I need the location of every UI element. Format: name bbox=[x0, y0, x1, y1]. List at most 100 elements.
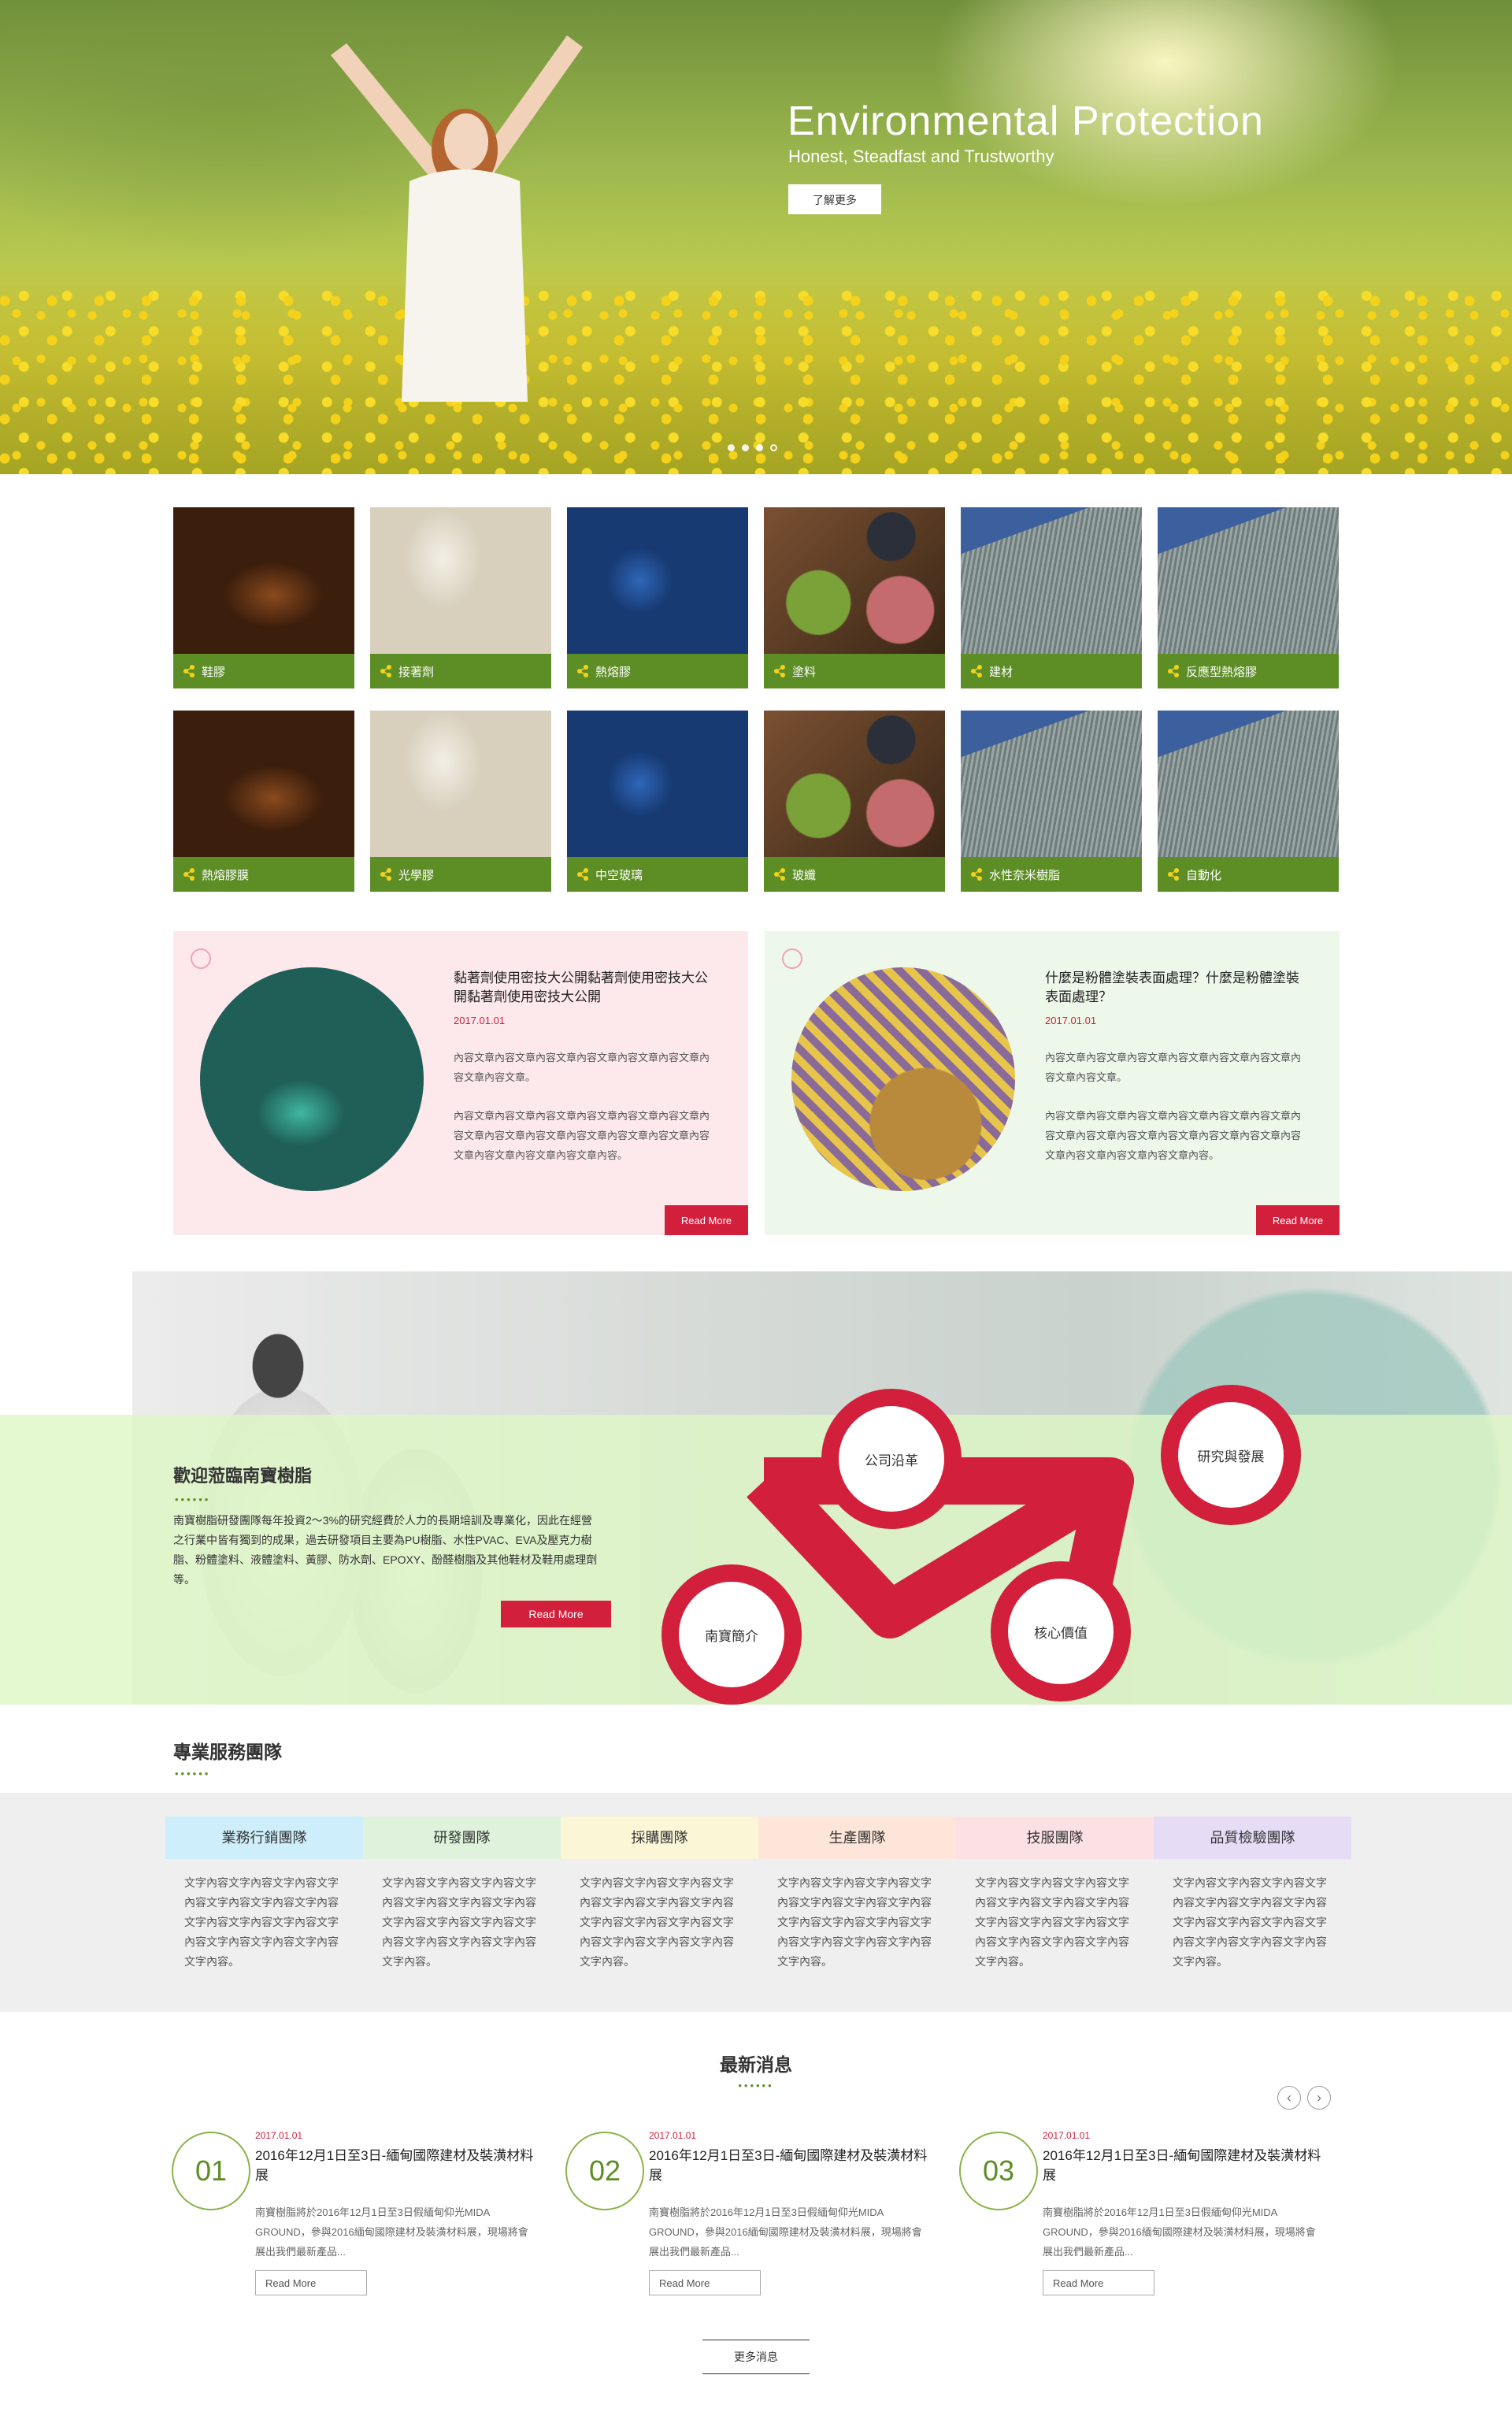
product-tile-water-nano-resin[interactable]: 水性奈米樹脂 bbox=[961, 711, 1142, 892]
news-date: 2017.01.01 bbox=[1043, 2130, 1091, 2141]
article-card-1: 黏著劑使用密技大公開黏著劑使用密技大公開黏著劑使用密技大公開 2017.01.0… bbox=[173, 931, 748, 1235]
team-title: 專業服務團隊 bbox=[173, 1742, 282, 1762]
slide-dot-3[interactable] bbox=[756, 444, 763, 451]
next-arrow-icon[interactable]: › bbox=[1307, 2086, 1331, 2110]
product-image bbox=[173, 711, 354, 857]
team-column-tech-service: 技服團隊 文字內容文字內容文字內容文字內容文字內容文字內容文字內容文字內容文字內… bbox=[956, 1817, 1154, 1972]
article-title[interactable]: 黏著劑使用密技大公開黏著劑使用密技大公開黏著劑使用密技大公開 bbox=[454, 969, 713, 1007]
title-dots: •••••• bbox=[175, 1768, 211, 1779]
product-tile-optical-adhesive[interactable]: 光學膠 bbox=[370, 711, 551, 892]
article-text: 內容文章內容文章內容文章內容文章內容文章內容文章內容文章內容文章。 bbox=[454, 1052, 710, 1083]
team-heading[interactable]: 採購團隊 bbox=[561, 1817, 758, 1859]
product-label: 熱熔膠 bbox=[595, 665, 632, 679]
product-tile-fiberglass[interactable]: 玻纖 bbox=[764, 711, 945, 892]
product-label: 鞋膠 bbox=[202, 665, 226, 679]
product-tile-insulated-glass[interactable]: 中空玻璃 bbox=[567, 711, 748, 892]
team-text: 文字內容文字內容文字內容文字內容文字內容文字內容文字內容文字內容文字內容文字內容… bbox=[184, 1876, 339, 1968]
about-read-more-button[interactable]: Read More bbox=[501, 1601, 611, 1627]
news-body: 南寶樹脂將於2016年12月1日至3日假緬甸仰光MIDA GROUND，參與20… bbox=[1043, 2206, 1316, 2258]
product-label: 接著劑 bbox=[398, 665, 435, 679]
hero-banner: Environmental Protection Honest, Steadfa… bbox=[0, 0, 1512, 474]
team-columns: 業務行銷團隊 文字內容文字內容文字內容文字內容文字內容文字內容文字內容文字內容文… bbox=[165, 1817, 1351, 1972]
product-image bbox=[1158, 507, 1339, 654]
product-label: 水性奈米樹脂 bbox=[989, 868, 1061, 882]
product-label: 自動化 bbox=[1186, 868, 1222, 882]
slide-dot-4[interactable] bbox=[770, 444, 777, 451]
team-column-quality: 品質檢驗團隊 文字內容文字內容文字內容文字內容文字內容文字內容文字內容文字內容文… bbox=[1154, 1817, 1351, 1972]
article-title[interactable]: 什麼是粉體塗裝表面處理？什麼是粉體塗裝表面處理？ bbox=[1045, 969, 1305, 1007]
article-text: 內容文章內容文章內容文章內容文章內容文章內容文章內容文章內容文章。 bbox=[1045, 1052, 1302, 1083]
news-read-more-button[interactable]: Read More bbox=[649, 2270, 761, 2295]
product-image bbox=[764, 507, 945, 654]
product-tile-adhesive[interactable]: 接著劑 bbox=[370, 507, 551, 688]
search-icon bbox=[782, 948, 802, 969]
about-text: 南寶樹脂研發團隊每年投資2～3%的研究經費於人力的長期培訓及專業化，因此在經營之… bbox=[173, 1514, 598, 1586]
slide-dot-2[interactable] bbox=[742, 444, 749, 451]
search-icon bbox=[191, 948, 211, 969]
team-column-sales: 業務行銷團隊 文字內容文字內容文字內容文字內容文字內容文字內容文字內容文字內容文… bbox=[165, 1817, 363, 1972]
title-dots: •••••• bbox=[175, 1494, 211, 1505]
product-image bbox=[567, 711, 748, 857]
product-image bbox=[1158, 711, 1339, 857]
news-number: 01 bbox=[172, 2132, 250, 2210]
news-headline[interactable]: 2016年12月1日至3日-緬甸國際建材及裝潢材料展 bbox=[1043, 2146, 1326, 2185]
product-tile-coating[interactable]: 塗料 bbox=[764, 507, 945, 688]
news-read-more-button[interactable]: Read More bbox=[255, 2270, 367, 2295]
team-column-purchasing: 採購團隊 文字內容文字內容文字內容文字內容文字內容文字內容文字內容文字內容文字內… bbox=[561, 1817, 758, 1972]
more-news-button[interactable]: 更多消息 bbox=[702, 2340, 810, 2374]
article-date: 2017.01.01 bbox=[1045, 1015, 1097, 1026]
news-date: 2017.01.01 bbox=[255, 2130, 303, 2141]
product-tile-shoe-glue[interactable]: 鞋膠 bbox=[173, 507, 354, 688]
product-image bbox=[173, 507, 354, 654]
team-text: 文字內容文字內容文字內容文字內容文字內容文字內容文字內容文字內容文字內容文字內容… bbox=[580, 1876, 734, 1968]
news-body: 南寶樹脂將於2016年12月1日至3日假緬甸仰光MIDA GROUND，參與20… bbox=[255, 2206, 528, 2258]
product-label: 熱熔膠膜 bbox=[202, 868, 250, 882]
node-company-history[interactable]: 公司沿革 bbox=[821, 1389, 962, 1529]
team-heading[interactable]: 品質檢驗團隊 bbox=[1154, 1817, 1351, 1859]
news-headline[interactable]: 2016年12月1日至3日-緬甸國際建材及裝潢材料展 bbox=[649, 2146, 932, 2185]
team-heading[interactable]: 業務行銷團隊 bbox=[165, 1817, 363, 1859]
article-text: 內容文章內容文章內容文章內容文章內容文章內容文章內容文章內容文章內容文章內容文章… bbox=[454, 1110, 710, 1161]
node-core-values[interactable]: 核心價值 bbox=[991, 1561, 1131, 1701]
team-text: 文字內容文字內容文字內容文字內容文字內容文字內容文字內容文字內容文字內容文字內容… bbox=[975, 1876, 1129, 1968]
product-tile-automation[interactable]: 自動化 bbox=[1158, 711, 1339, 892]
product-tile-hot-melt[interactable]: 熱熔膠 bbox=[567, 507, 748, 688]
news-headline[interactable]: 2016年12月1日至3日-緬甸國際建材及裝潢材料展 bbox=[255, 2146, 539, 2185]
learn-more-button[interactable]: 了解更多 bbox=[788, 184, 881, 214]
news-date: 2017.01.01 bbox=[649, 2130, 697, 2141]
product-tile-reactive-hot-melt[interactable]: 反應型熱熔膠 bbox=[1158, 507, 1339, 688]
product-tile-building-material[interactable]: 建材 bbox=[961, 507, 1142, 688]
hero-title: Environmental Protection bbox=[788, 98, 1264, 144]
share-icon bbox=[1168, 665, 1179, 677]
news-item-2: 02 2017.01.01 2016年12月1日至3日-緬甸國際建材及裝潢材料展… bbox=[565, 2130, 943, 2305]
read-more-button[interactable]: Read More bbox=[1256, 1205, 1340, 1235]
team-text: 文字內容文字內容文字內容文字內容文字內容文字內容文字內容文字內容文字內容文字內容… bbox=[1173, 1876, 1327, 1968]
share-icon bbox=[380, 665, 391, 677]
read-more-button[interactable]: Read More bbox=[665, 1205, 748, 1235]
team-heading[interactable]: 技服團隊 bbox=[956, 1817, 1154, 1859]
node-company-intro[interactable]: 南寶簡介 bbox=[662, 1564, 802, 1705]
news-body: 南寶樹脂將於2016年12月1日至3日假緬甸仰光MIDA GROUND，參與20… bbox=[649, 2206, 922, 2258]
product-image bbox=[961, 711, 1142, 857]
product-image bbox=[370, 507, 551, 654]
team-heading[interactable]: 生產團隊 bbox=[758, 1817, 956, 1859]
slider-dots bbox=[728, 444, 777, 451]
product-label: 塗料 bbox=[792, 665, 817, 679]
node-research-development[interactable]: 研究與發展 bbox=[1161, 1385, 1301, 1525]
share-icon bbox=[1168, 868, 1179, 881]
prev-arrow-icon[interactable]: ‹ bbox=[1277, 2086, 1301, 2110]
team-column-rd: 研發團隊 文字內容文字內容文字內容文字內容文字內容文字內容文字內容文字內容文字內… bbox=[363, 1817, 561, 1972]
share-icon bbox=[183, 665, 195, 677]
team-heading[interactable]: 研發團隊 bbox=[363, 1817, 561, 1859]
product-grid: 鞋膠 接著劑 熱熔膠 塗料 建材 反應型熱熔膠 熱熔膠膜 光學膠 中空玻璃 玻纖… bbox=[173, 507, 1339, 914]
product-tile-hot-melt-film[interactable]: 熱熔膠膜 bbox=[173, 711, 354, 892]
product-label: 光學膠 bbox=[398, 868, 435, 882]
product-label: 玻纖 bbox=[792, 868, 817, 882]
news-number: 02 bbox=[565, 2132, 644, 2210]
about-title: 歡迎蒞臨南寶樹脂 bbox=[173, 1466, 313, 1486]
slide-dot-1[interactable] bbox=[728, 444, 735, 451]
share-icon bbox=[577, 868, 588, 881]
news-read-more-button[interactable]: Read More bbox=[1043, 2270, 1154, 2295]
news-title: 最新消息 bbox=[720, 2054, 792, 2075]
article-image bbox=[791, 967, 1015, 1191]
